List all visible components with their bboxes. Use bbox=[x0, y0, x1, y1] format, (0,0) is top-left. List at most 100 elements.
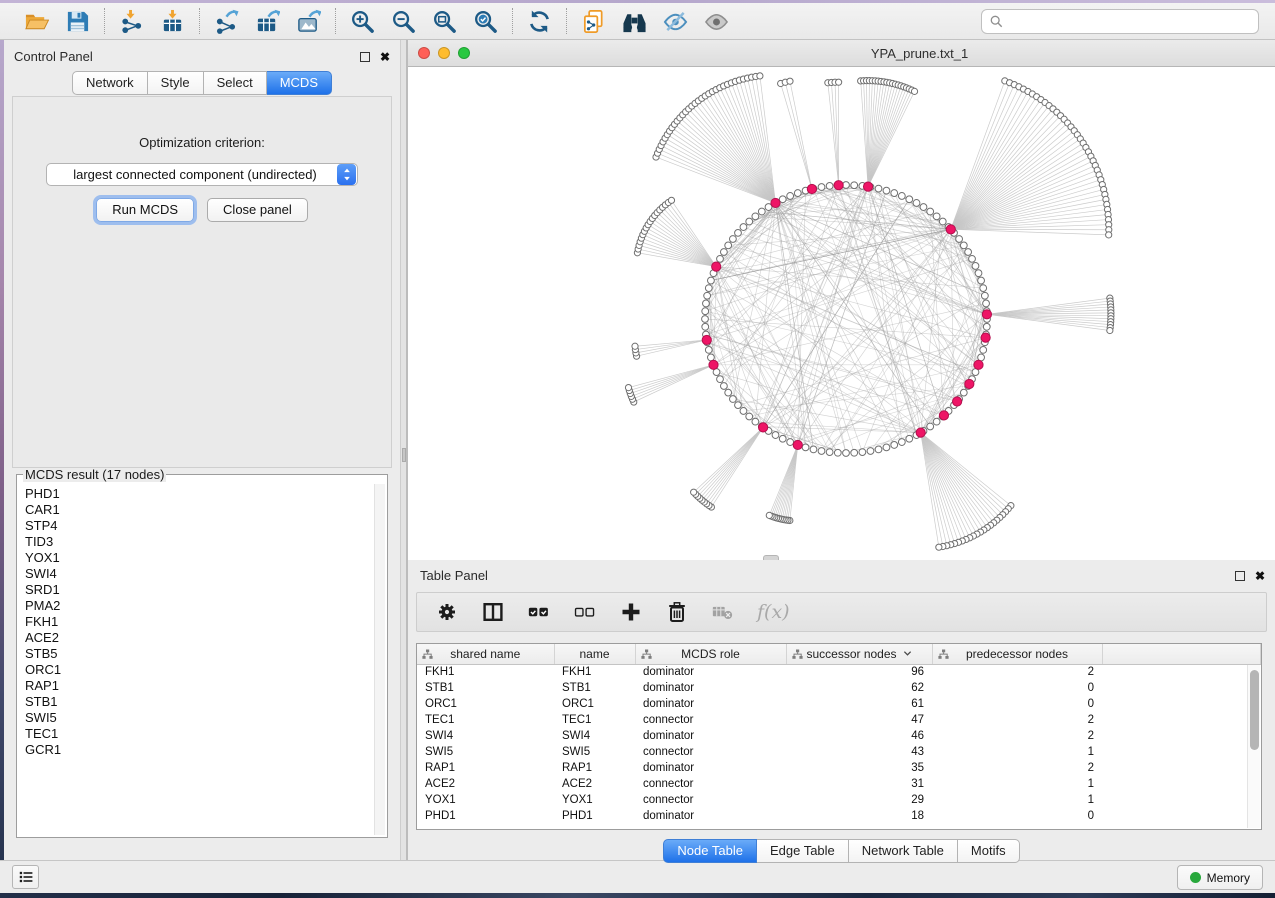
mcds-result-item[interactable]: RAP1 bbox=[25, 678, 373, 694]
graph-node[interactable] bbox=[730, 236, 737, 243]
graph-node[interactable] bbox=[898, 439, 905, 446]
maximize-window-icon[interactable] bbox=[458, 47, 470, 59]
mcds-result-item[interactable]: SRD1 bbox=[25, 582, 373, 598]
graph-node[interactable] bbox=[956, 236, 963, 243]
graph-node[interactable] bbox=[720, 383, 727, 390]
table-row[interactable]: ORC1ORC1dominator610 bbox=[417, 696, 1261, 712]
graph-node[interactable] bbox=[725, 389, 732, 396]
close-window-icon[interactable] bbox=[418, 47, 430, 59]
import-network-icon[interactable] bbox=[118, 8, 145, 35]
mcds-result-item[interactable]: SWI5 bbox=[25, 710, 373, 726]
tab-mcds[interactable]: MCDS bbox=[267, 71, 332, 95]
float-table-panel-icon[interactable] bbox=[1235, 571, 1245, 581]
column-header-predecessor-nodes[interactable]: predecessor nodes bbox=[932, 644, 1102, 664]
network-canvas[interactable] bbox=[408, 67, 1275, 560]
graph-node[interactable] bbox=[787, 439, 794, 446]
graph-node[interactable] bbox=[717, 255, 724, 262]
graph-node[interactable] bbox=[702, 316, 709, 323]
add-icon[interactable] bbox=[619, 601, 643, 623]
graph-leaf-node[interactable] bbox=[757, 73, 763, 79]
graph-mcds-node[interactable] bbox=[981, 333, 990, 342]
graph-node[interactable] bbox=[730, 396, 737, 403]
graph-leaf-node[interactable] bbox=[766, 512, 772, 518]
mcds-result-scrollbar[interactable] bbox=[374, 484, 385, 835]
graph-node[interactable] bbox=[740, 408, 747, 415]
graph-node[interactable] bbox=[891, 190, 898, 197]
graph-node[interactable] bbox=[960, 389, 967, 396]
close-panel-button[interactable]: Close panel bbox=[207, 198, 308, 222]
mcds-result-item[interactable]: SWI4 bbox=[25, 566, 373, 582]
graph-mcds-node[interactable] bbox=[916, 428, 925, 437]
graph-node[interactable] bbox=[702, 308, 709, 315]
mcds-result-item[interactable]: STP4 bbox=[25, 518, 373, 534]
search-input[interactable] bbox=[1009, 15, 1250, 29]
graph-node[interactable] bbox=[875, 446, 882, 453]
mcds-result-item[interactable]: TID3 bbox=[25, 534, 373, 550]
save-icon[interactable] bbox=[64, 8, 91, 35]
graph-node[interactable] bbox=[891, 442, 898, 449]
close-panel-icon[interactable]: ✖ bbox=[380, 52, 390, 62]
table-row[interactable]: ACE2ACE2connector311 bbox=[417, 776, 1261, 792]
graph-node[interactable] bbox=[752, 418, 759, 425]
graph-node[interactable] bbox=[898, 193, 905, 200]
mcds-result-item[interactable]: STB1 bbox=[25, 694, 373, 710]
tab-network[interactable]: Network bbox=[72, 71, 148, 95]
graph-node[interactable] bbox=[708, 277, 715, 284]
graph-node[interactable] bbox=[983, 300, 990, 307]
graph-node[interactable] bbox=[983, 323, 990, 330]
graph-node[interactable] bbox=[702, 323, 709, 330]
graph-node[interactable] bbox=[975, 270, 982, 277]
graph-node[interactable] bbox=[980, 285, 987, 292]
graph-mcds-node[interactable] bbox=[982, 310, 991, 319]
tab-motifs[interactable]: Motifs bbox=[958, 839, 1020, 863]
open-folder-icon[interactable] bbox=[23, 8, 50, 35]
float-panel-icon[interactable] bbox=[360, 52, 370, 62]
show-all-icon[interactable] bbox=[703, 8, 730, 35]
gear-icon[interactable] bbox=[435, 601, 459, 623]
mcds-result-item[interactable]: ACE2 bbox=[25, 630, 373, 646]
table-row[interactable]: PHD1PHD1dominator180 bbox=[417, 808, 1261, 824]
graph-node[interactable] bbox=[810, 446, 817, 453]
graph-leaf-node[interactable] bbox=[936, 544, 942, 550]
graph-node[interactable] bbox=[978, 277, 985, 284]
graph-node[interactable] bbox=[746, 218, 753, 225]
graph-leaf-node[interactable] bbox=[787, 78, 793, 84]
graph-node[interactable] bbox=[758, 208, 765, 215]
mcds-result-item[interactable]: GCR1 bbox=[25, 742, 373, 758]
graph-leaf-node[interactable] bbox=[691, 489, 697, 495]
graph-node[interactable] bbox=[772, 432, 779, 439]
graph-node[interactable] bbox=[705, 347, 712, 354]
copy-network-icon[interactable] bbox=[580, 8, 607, 35]
graph-leaf-node[interactable] bbox=[625, 385, 631, 391]
refresh-icon[interactable] bbox=[526, 8, 553, 35]
split-view-icon[interactable] bbox=[481, 601, 505, 623]
graph-mcds-node[interactable] bbox=[953, 397, 962, 406]
deselect-all-icon[interactable] bbox=[573, 601, 597, 623]
graph-node[interactable] bbox=[779, 435, 786, 442]
graph-mcds-node[interactable] bbox=[759, 423, 768, 432]
search-neighbors-icon[interactable] bbox=[621, 8, 648, 35]
tab-select[interactable]: Select bbox=[204, 71, 267, 95]
graph-mcds-node[interactable] bbox=[946, 225, 955, 234]
column-header-MCDS-role[interactable]: MCDS role bbox=[635, 644, 786, 664]
graph-node[interactable] bbox=[818, 184, 825, 191]
close-table-panel-icon[interactable]: ✖ bbox=[1255, 571, 1265, 581]
mcds-result-item[interactable]: STB5 bbox=[25, 646, 373, 662]
graph-node[interactable] bbox=[851, 449, 858, 456]
column-header-shared-name[interactable]: shared name bbox=[417, 644, 554, 664]
graph-mcds-node[interactable] bbox=[702, 335, 711, 344]
graph-node[interactable] bbox=[826, 449, 833, 456]
memory-button[interactable]: Memory bbox=[1177, 865, 1263, 890]
graph-node[interactable] bbox=[720, 249, 727, 256]
graph-node[interactable] bbox=[802, 444, 809, 451]
tab-style[interactable]: Style bbox=[148, 71, 204, 95]
graph-mcds-node[interactable] bbox=[965, 379, 974, 388]
table-row[interactable]: STB1STB1dominator620 bbox=[417, 680, 1261, 696]
graph-node[interactable] bbox=[735, 229, 742, 236]
import-table-icon[interactable] bbox=[159, 8, 186, 35]
graph-node[interactable] bbox=[826, 183, 833, 190]
graph-leaf-node[interactable] bbox=[632, 343, 638, 349]
graph-node[interactable] bbox=[725, 242, 732, 249]
tab-edge-table[interactable]: Edge Table bbox=[757, 839, 849, 863]
graph-node[interactable] bbox=[705, 285, 712, 292]
